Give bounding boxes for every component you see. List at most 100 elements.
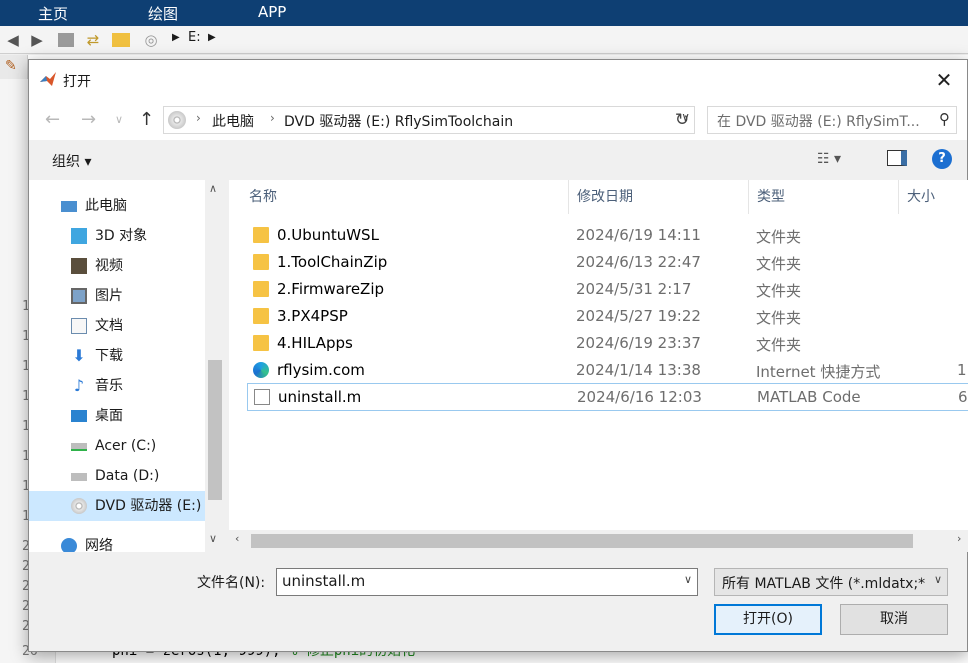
- matlab-ribbon-tabs: 主页 绘图 APP: [0, 0, 968, 26]
- matlab-file-icon: [254, 389, 270, 405]
- nav-item-this-pc[interactable]: 此电脑: [61, 191, 211, 221]
- file-type-value: 所有 MATLAB 文件 (*.mldatx;*: [722, 576, 926, 592]
- scroll-down-icon[interactable]: ∨: [209, 532, 217, 545]
- video-icon: [71, 258, 87, 274]
- recent-locations-icon[interactable]: ∨: [115, 113, 123, 126]
- filename-label: 文件名(N):: [197, 575, 266, 591]
- navigation-bar: ← → ∨ ↑ › 此电脑 › DVD 驱动器 (E:) RflySimTool…: [29, 100, 967, 140]
- chevron-down-icon[interactable]: ∨: [684, 573, 692, 586]
- computer-icon: [61, 201, 77, 212]
- chevron-right-icon[interactable]: ›: [196, 111, 201, 125]
- nav-item-pictures[interactable]: 图片: [71, 281, 211, 311]
- file-row-1[interactable]: 1.ToolChainZip 2024/6/13 22:47 文件夹: [247, 249, 968, 276]
- nav-item-music[interactable]: ♪ 音乐: [71, 371, 211, 401]
- cancel-button[interactable]: 取消: [840, 604, 948, 635]
- tab-apps[interactable]: APP: [258, 3, 286, 21]
- filename-input[interactable]: uninstall.m ∨: [276, 568, 698, 596]
- current-folder-path[interactable]: E:: [188, 30, 201, 45]
- nav-scrollbar[interactable]: ∧ ∨: [205, 180, 225, 552]
- file-row-5[interactable]: rflysim.com 2024/1/14 13:38 Internet 快捷方…: [247, 357, 968, 384]
- column-name[interactable]: 名称: [241, 180, 569, 214]
- up-arrow-icon[interactable]: ↑: [139, 109, 154, 130]
- dialog-title: 打开: [63, 74, 91, 90]
- scroll-left-icon[interactable]: ‹: [235, 532, 239, 545]
- file-row-4[interactable]: 4.HILApps 2024/6/19 23:37 文件夹: [247, 330, 968, 357]
- edge-shortcut-icon: [253, 362, 269, 378]
- preview-pane-icon[interactable]: [887, 150, 907, 166]
- network-icon: [61, 538, 77, 552]
- file-list-horizontal-scrollbar[interactable]: ‹ ›: [229, 530, 968, 552]
- drive-icon: [71, 473, 87, 481]
- file-row-2[interactable]: 2.FirmwareZip 2024/5/31 2:17 文件夹: [247, 276, 968, 303]
- nav-item-videos[interactable]: 视频: [71, 251, 211, 281]
- nav-item-dvd-drive[interactable]: DVD 驱动器 (E:): [29, 491, 205, 521]
- editor-tab[interactable]: ✎: [0, 55, 28, 79]
- download-icon: ⬇: [72, 346, 86, 365]
- breadcrumb-this-pc[interactable]: 此电脑: [212, 111, 254, 131]
- path-arrow-icon: ▶: [208, 32, 216, 43]
- scroll-right-icon[interactable]: ›: [957, 532, 961, 545]
- pictures-icon: [71, 288, 87, 304]
- chevron-right-icon[interactable]: ›: [270, 111, 275, 125]
- refresh-icon[interactable]: ↻: [669, 107, 695, 133]
- file-type-select[interactable]: 所有 MATLAB 文件 (*.mldatx;* ∨: [714, 568, 948, 596]
- path-arrow-icon: ▶: [172, 32, 180, 43]
- command-bar: 组织 ▾ ☷ ▾ ?: [29, 140, 967, 180]
- organize-button[interactable]: 组织 ▾: [52, 151, 91, 171]
- nav-item-desktop[interactable]: 桌面: [71, 401, 211, 431]
- open-file-dialog: 打开 ✕ ← → ∨ ↑ › 此电脑 › DVD 驱动器 (E:) RflySi…: [28, 59, 968, 652]
- matlab-toolbar: ◀ ▶ ⇄ ◎ ▶ E: ▶: [0, 26, 968, 54]
- back-icon[interactable]: ◀: [4, 31, 22, 49]
- folder-icon: [253, 227, 269, 243]
- file-list: ^ 名称 修改日期 类型 大小 0.UbuntuWSL 2024/6/19 14…: [229, 180, 968, 552]
- scrollbar-thumb[interactable]: [208, 360, 222, 500]
- up-folder-icon[interactable]: [58, 33, 74, 47]
- help-icon[interactable]: ?: [932, 149, 952, 169]
- column-size[interactable]: 大小: [899, 180, 968, 214]
- folder-icon: [253, 254, 269, 270]
- tab-plots[interactable]: 绘图: [148, 3, 178, 24]
- browse-folder-icon[interactable]: ⇄: [84, 31, 102, 49]
- navigation-pane: 此电脑 3D 对象 视频 图片 文档 ⬇ 下载 ♪ 音乐 桌面 Acer (C:…: [29, 180, 225, 552]
- address-bar[interactable]: › 此电脑 › DVD 驱动器 (E:) RflySimToolchain ∨: [163, 106, 695, 134]
- new-folder-icon[interactable]: [112, 33, 130, 47]
- close-button[interactable]: ✕: [921, 60, 967, 100]
- chevron-down-icon[interactable]: ∨: [930, 573, 942, 586]
- scroll-up-icon[interactable]: ∧: [209, 182, 217, 195]
- nav-item-3d-objects[interactable]: 3D 对象: [71, 221, 211, 251]
- view-options-icon[interactable]: ☷ ▾: [817, 151, 841, 167]
- nav-item-documents[interactable]: 文档: [71, 311, 211, 341]
- file-row-3[interactable]: 3.PX4PSP 2024/5/27 19:22 文件夹: [247, 303, 968, 330]
- desktop-icon: [71, 410, 87, 422]
- 3d-objects-icon: [71, 228, 87, 244]
- file-row-6[interactable]: uninstall.m 2024/6/16 12:03 MATLAB Code …: [247, 383, 968, 411]
- search-placeholder: 在 DVD 驱动器 (E:) RflySimT...: [717, 114, 920, 130]
- edit-icon: ✎: [5, 58, 17, 74]
- column-type[interactable]: 类型: [749, 180, 899, 214]
- column-date-modified[interactable]: 修改日期: [569, 180, 749, 214]
- search-icon[interactable]: ⚲: [939, 110, 950, 128]
- dvd-icon: [71, 498, 87, 514]
- scrollbar-thumb[interactable]: [251, 534, 913, 548]
- search-box[interactable]: 在 DVD 驱动器 (E:) RflySimT... ⚲: [707, 106, 957, 134]
- back-arrow-icon[interactable]: ←: [45, 109, 60, 130]
- filename-value: uninstall.m: [282, 572, 366, 590]
- folder-icon: [253, 281, 269, 297]
- folder-icon: [253, 308, 269, 324]
- forward-arrow-icon[interactable]: →: [81, 109, 96, 130]
- dialog-title-bar[interactable]: 打开 ✕: [29, 60, 967, 100]
- breadcrumb-dvd-drive[interactable]: DVD 驱动器 (E:) RflySimToolchain: [284, 111, 513, 131]
- folder-icon: [253, 335, 269, 351]
- open-button[interactable]: 打开(O): [714, 604, 822, 635]
- dvd-path-icon: ◎: [144, 31, 158, 49]
- nav-item-network[interactable]: 网络: [61, 531, 211, 552]
- nav-item-drive-d[interactable]: Data (D:): [71, 461, 211, 491]
- music-icon: ♪: [73, 376, 85, 395]
- documents-icon: [71, 318, 87, 334]
- tab-home[interactable]: 主页: [38, 3, 68, 24]
- nav-item-drive-c[interactable]: Acer (C:): [71, 431, 211, 461]
- file-row-0[interactable]: 0.UbuntuWSL 2024/6/19 14:11 文件夹: [247, 222, 968, 249]
- nav-item-downloads[interactable]: ⬇ 下载: [71, 341, 211, 371]
- drive-icon: [71, 443, 87, 451]
- forward-icon[interactable]: ▶: [28, 31, 46, 49]
